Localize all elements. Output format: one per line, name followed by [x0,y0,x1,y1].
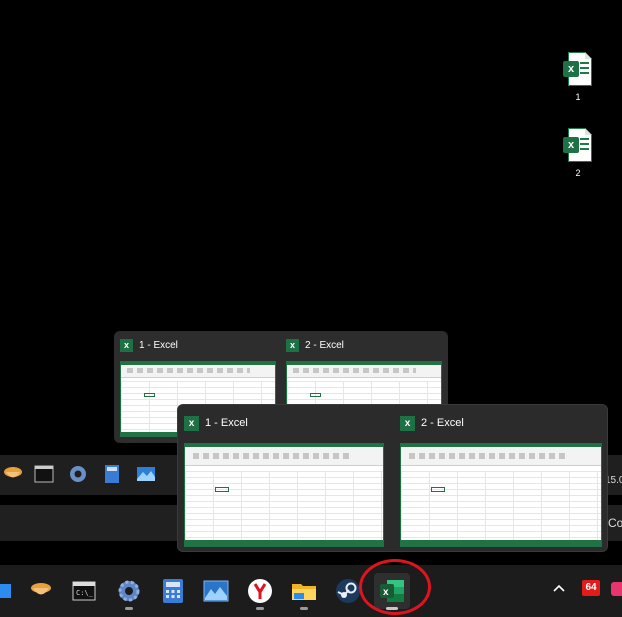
taskbar-explorer[interactable] [0,573,22,609]
preview-title: 1 - Excel [205,417,248,429]
file-explorer-icon [292,584,316,600]
annotation-circle [359,559,431,615]
taskbar-settings[interactable] [111,573,147,610]
excel-sheet-thumbnail [184,443,384,547]
yandex-browser-icon [248,579,272,603]
taskbar-file-explorer[interactable] [286,573,322,610]
svg-text:C:\_: C:\_ [76,589,94,597]
excel-file-icon: x [563,52,593,88]
terminal-icon [33,463,55,485]
desktop-file-label: 1 [575,92,581,102]
taskbar-yandex-browser[interactable] [242,573,278,610]
taskbar-terminal[interactable]: C:\_ [66,573,102,609]
excel-sheet-thumbnail [400,443,602,547]
sticky-app-icon [2,463,24,485]
terminal-icon: C:\_ [72,581,96,601]
excel-file-icon: x [563,128,593,164]
preview-title: 2 - Excel [421,417,464,429]
excel-icon: x [184,415,199,431]
excel-icon: x [286,338,299,352]
preview-title: 1 - Excel [139,339,178,351]
settings-icon [67,463,89,485]
photos-icon [203,580,229,602]
taskbar-photos[interactable] [198,573,234,609]
preview-title: 2 - Excel [305,339,344,351]
preview-thumb-1[interactable]: x 1 - Excel [184,413,390,549]
strip-text-bottom: Co [608,516,622,530]
preview-thumb-2[interactable]: x 2 - Excel [400,413,606,549]
calculator-icon [163,579,183,603]
tray-app-badge[interactable]: 64 [582,580,600,596]
explorer-icon [0,584,11,598]
taskbar: C:\_ x [0,565,622,617]
taskbar-calculator[interactable] [155,573,191,609]
excel-icon: x [400,415,415,431]
desktop-file-2[interactable]: x 2 [558,128,598,178]
steam-icon [336,579,360,603]
desktop-file-1[interactable]: x 1 [558,52,598,102]
tray-app-icon[interactable] [611,582,622,596]
tray-chevron-up-icon[interactable] [551,580,567,596]
excel-icon: x [120,338,133,352]
taskbar-preview-front: x 1 - Excel x 2 - Excel [177,404,608,552]
settings-icon [118,580,140,602]
calculator-icon [101,463,123,485]
photos-icon [135,463,157,485]
taskbar-sticky-app[interactable] [23,573,59,609]
sticky-app-icon [31,583,51,595]
desktop-file-label: 2 [575,168,581,178]
